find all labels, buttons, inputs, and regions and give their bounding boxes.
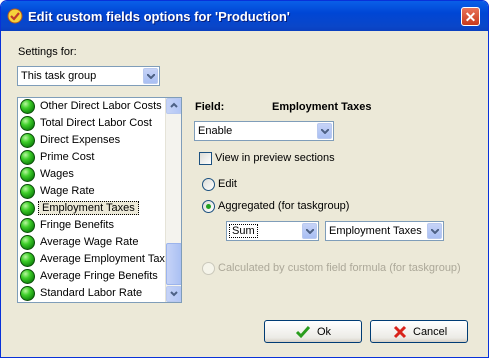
- cancel-button[interactable]: Cancel: [370, 320, 468, 343]
- cancel-label: Cancel: [413, 326, 448, 338]
- status-green-icon: [20, 184, 35, 199]
- status-green-icon: [20, 252, 35, 267]
- scroll-up-button[interactable]: [166, 98, 181, 114]
- enable-value: Enable: [198, 125, 233, 137]
- field-label: Field:: [195, 101, 225, 113]
- list-item[interactable]: Wage Rate: [20, 184, 166, 201]
- enable-combo[interactable]: Enable: [194, 121, 334, 141]
- list-item-label: Standard Labor Rate: [40, 287, 143, 299]
- status-green-icon: [20, 99, 35, 114]
- scroll-down-button[interactable]: [166, 286, 181, 302]
- close-icon: ✕: [464, 9, 477, 25]
- list-item[interactable]: Average Fringe Benefits: [20, 269, 166, 286]
- ok-button[interactable]: Ok: [264, 320, 362, 343]
- settings-for-combo[interactable]: This task group: [17, 66, 160, 86]
- list-item-label: Wage Rate: [40, 185, 95, 197]
- view-preview-label[interactable]: View in preview sections: [215, 152, 335, 164]
- list-item-label: Average Wage Rate: [40, 236, 139, 248]
- calculated-radio-label[interactable]: Calculated by custom field formula (for …: [218, 262, 461, 274]
- aggregate-field-combo[interactable]: Employment Taxes: [325, 221, 444, 241]
- edit-radio-label[interactable]: Edit: [218, 178, 237, 190]
- app-icon: [7, 8, 23, 24]
- list-item[interactable]: Other Direct Labor Costs: [20, 99, 166, 116]
- list-item[interactable]: Fringe Benefits: [20, 218, 166, 235]
- list-item-label: Direct Expenses: [40, 134, 121, 146]
- custom-fields-list[interactable]: Other Direct Labor Costs Total Direct Lab…: [17, 97, 182, 303]
- field-name: Employment Taxes: [272, 101, 372, 113]
- chevron-down-icon[interactable]: [302, 223, 317, 239]
- window-title: Edit custom fields options for 'Producti…: [28, 9, 290, 24]
- scroll-thumb[interactable]: [166, 243, 181, 285]
- list-item[interactable]: Employment Taxes: [20, 201, 166, 218]
- list-item-label: Prime Cost: [40, 151, 95, 163]
- aggregate-function-combo[interactable]: Sum: [226, 221, 319, 241]
- status-green-icon: [20, 150, 35, 165]
- list-item-label: Wages: [40, 168, 74, 180]
- list-item[interactable]: Average Employment Taxes: [20, 252, 177, 269]
- chevron-down-icon: [170, 291, 178, 297]
- status-green-icon: [20, 133, 35, 148]
- list-item[interactable]: Total Direct Labor Cost: [20, 116, 166, 133]
- list-item-label: Fringe Benefits: [40, 219, 114, 231]
- list-item-label: Employment Taxes: [38, 201, 139, 215]
- list-item[interactable]: Average Wage Rate: [20, 235, 166, 252]
- status-green-icon: [20, 116, 35, 131]
- chevron-up-icon: [170, 102, 178, 108]
- status-green-icon: [20, 167, 35, 182]
- dialog-window: Edit custom fields options for 'Producti…: [0, 0, 489, 358]
- aggregated-radio-label[interactable]: Aggregated (for taskgroup): [218, 200, 349, 212]
- view-preview-checkbox[interactable]: [199, 152, 212, 165]
- aggregated-radio[interactable]: [202, 200, 215, 213]
- edit-radio[interactable]: [202, 178, 215, 191]
- status-green-icon: [20, 218, 35, 233]
- chevron-down-icon[interactable]: [143, 68, 158, 84]
- list-item[interactable]: Standard Labor Rate: [20, 286, 166, 302]
- close-button[interactable]: ✕: [461, 7, 480, 26]
- aggregate-field-value: Employment Taxes: [329, 225, 422, 237]
- list-item[interactable]: Direct Expenses: [20, 133, 166, 150]
- calculated-radio[interactable]: [202, 262, 215, 275]
- list-item-label: Other Direct Labor Costs: [40, 100, 162, 112]
- status-green-icon: [20, 235, 35, 250]
- status-green-icon: [20, 286, 35, 301]
- list-item-label: Total Direct Labor Cost: [40, 117, 152, 129]
- settings-for-label: Settings for:: [18, 46, 77, 58]
- status-green-icon: [20, 201, 35, 216]
- list-item[interactable]: Prime Cost: [20, 150, 166, 167]
- chevron-down-icon[interactable]: [317, 123, 332, 139]
- list-item[interactable]: Wages: [20, 167, 166, 184]
- checkmark-icon: [295, 326, 311, 339]
- aggregate-function-value: Sum: [229, 224, 258, 238]
- settings-for-value: This task group: [21, 70, 97, 82]
- chevron-down-icon[interactable]: [427, 223, 442, 239]
- list-scrollbar[interactable]: [165, 98, 181, 302]
- status-green-icon: [20, 269, 35, 284]
- x-icon: [393, 325, 407, 339]
- ok-label: Ok: [317, 326, 332, 338]
- list-item-label: Average Fringe Benefits: [40, 270, 158, 282]
- title-bar[interactable]: Edit custom fields options for 'Producti…: [1, 1, 488, 31]
- list-item-label: Average Employment Taxes: [40, 253, 177, 265]
